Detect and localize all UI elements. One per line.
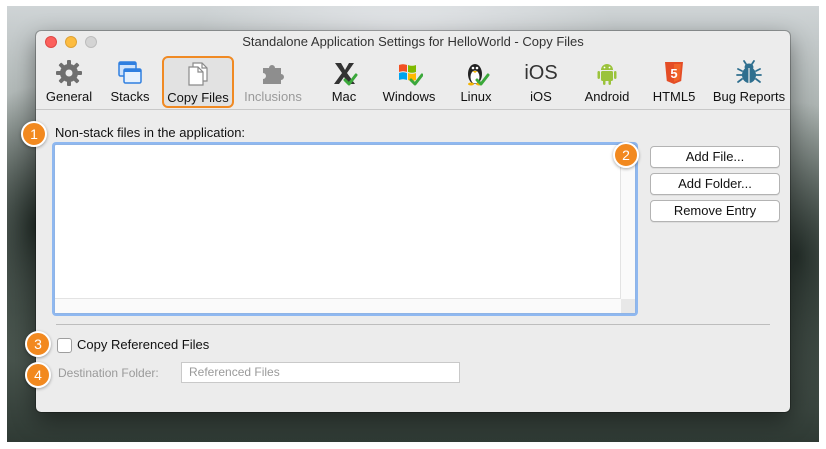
mac-x-icon bbox=[334, 63, 358, 86]
screenshot-frame: Standalone Application Settings for Hell… bbox=[0, 0, 826, 449]
callout-badge-1: 1 bbox=[21, 121, 47, 147]
tab-inclusions[interactable]: Inclusions bbox=[238, 55, 308, 107]
tab-html5[interactable]: 5 HTML5 bbox=[648, 55, 700, 107]
html5-icon: 5 bbox=[665, 62, 683, 84]
add-file-button[interactable]: Add File... bbox=[650, 146, 780, 168]
destination-folder-label: Destination Folder: bbox=[58, 366, 159, 380]
add-folder-button[interactable]: Add Folder... bbox=[650, 173, 780, 195]
remove-entry-button[interactable]: Remove Entry bbox=[650, 200, 780, 222]
scrollbar-corner bbox=[621, 299, 635, 313]
tab-windows[interactable]: Windows bbox=[378, 55, 440, 107]
section-divider bbox=[56, 324, 770, 325]
callout-number: 2 bbox=[622, 147, 630, 163]
tab-android-label: Android bbox=[584, 89, 630, 104]
tab-stacks[interactable]: Stacks bbox=[104, 55, 156, 107]
callout-number: 1 bbox=[30, 126, 38, 142]
files-list-horizontal-scrollbar[interactable] bbox=[55, 298, 621, 313]
gear-icon bbox=[56, 60, 82, 86]
tab-copy-files-label: Copy Files bbox=[167, 90, 229, 105]
destination-folder-placeholder: Referenced Files bbox=[189, 365, 280, 379]
callout-number: 4 bbox=[34, 367, 42, 383]
callout-badge-3: 3 bbox=[25, 331, 51, 357]
tab-copy-files[interactable]: Copy Files bbox=[162, 56, 234, 108]
copy-referenced-files-checkbox[interactable] bbox=[57, 338, 72, 353]
toolbar: General Stacks Copy Files Inclusions Mac… bbox=[36, 53, 790, 110]
html5-icon-glyph: 5 bbox=[670, 66, 677, 81]
settings-window: Standalone Application Settings for Hell… bbox=[36, 31, 790, 412]
tab-stacks-label: Stacks bbox=[110, 89, 150, 104]
copy-files-panel: Non-stack files in the application: Add … bbox=[36, 110, 790, 412]
tab-linux-label: Linux bbox=[460, 89, 492, 104]
files-list[interactable] bbox=[54, 144, 636, 314]
bug-icon bbox=[736, 60, 762, 83]
ios-icon-glyph: iOS bbox=[524, 62, 558, 84]
minimize-window-button[interactable] bbox=[65, 36, 77, 48]
files-list-vertical-scrollbar[interactable] bbox=[620, 145, 635, 299]
window-title: Standalone Application Settings for Hell… bbox=[242, 34, 584, 49]
tab-ios-label: iOS bbox=[530, 89, 552, 104]
tab-mac-label: Mac bbox=[331, 89, 357, 104]
zoom-window-button[interactable] bbox=[85, 36, 97, 48]
tab-windows-label: Windows bbox=[382, 89, 436, 104]
destination-folder-field[interactable]: Referenced Files bbox=[181, 362, 460, 383]
title-bar[interactable]: Standalone Application Settings for Hell… bbox=[36, 31, 790, 53]
tab-mac[interactable]: Mac bbox=[322, 55, 366, 107]
copy-referenced-files-label[interactable]: Copy Referenced Files bbox=[77, 337, 209, 352]
callout-number: 3 bbox=[34, 336, 42, 352]
tab-inclusions-label: Inclusions bbox=[244, 89, 302, 104]
linux-penguin-icon bbox=[468, 64, 490, 86]
files-list-label: Non-stack files in the application: bbox=[55, 125, 246, 140]
tab-bug-reports[interactable]: Bug Reports bbox=[708, 55, 790, 107]
tab-ios[interactable]: iOS iOS bbox=[518, 55, 564, 107]
tab-bug-reports-label: Bug Reports bbox=[712, 89, 786, 104]
windows-stack-icon bbox=[118, 61, 142, 84]
close-window-button[interactable] bbox=[45, 36, 57, 48]
callout-badge-4: 4 bbox=[25, 362, 51, 388]
tab-general-label: General bbox=[45, 89, 93, 104]
tab-linux[interactable]: Linux bbox=[452, 55, 500, 107]
ios-icon: iOS bbox=[521, 59, 561, 87]
callout-badge-2: 2 bbox=[613, 142, 639, 168]
tab-general[interactable]: General bbox=[38, 55, 100, 107]
android-icon bbox=[597, 64, 617, 85]
tab-html5-label: HTML5 bbox=[652, 89, 696, 104]
puzzle-piece-icon bbox=[263, 65, 284, 84]
tab-android[interactable]: Android bbox=[576, 55, 638, 107]
windows-flag-icon bbox=[399, 64, 423, 86]
documents-icon bbox=[188, 62, 208, 86]
